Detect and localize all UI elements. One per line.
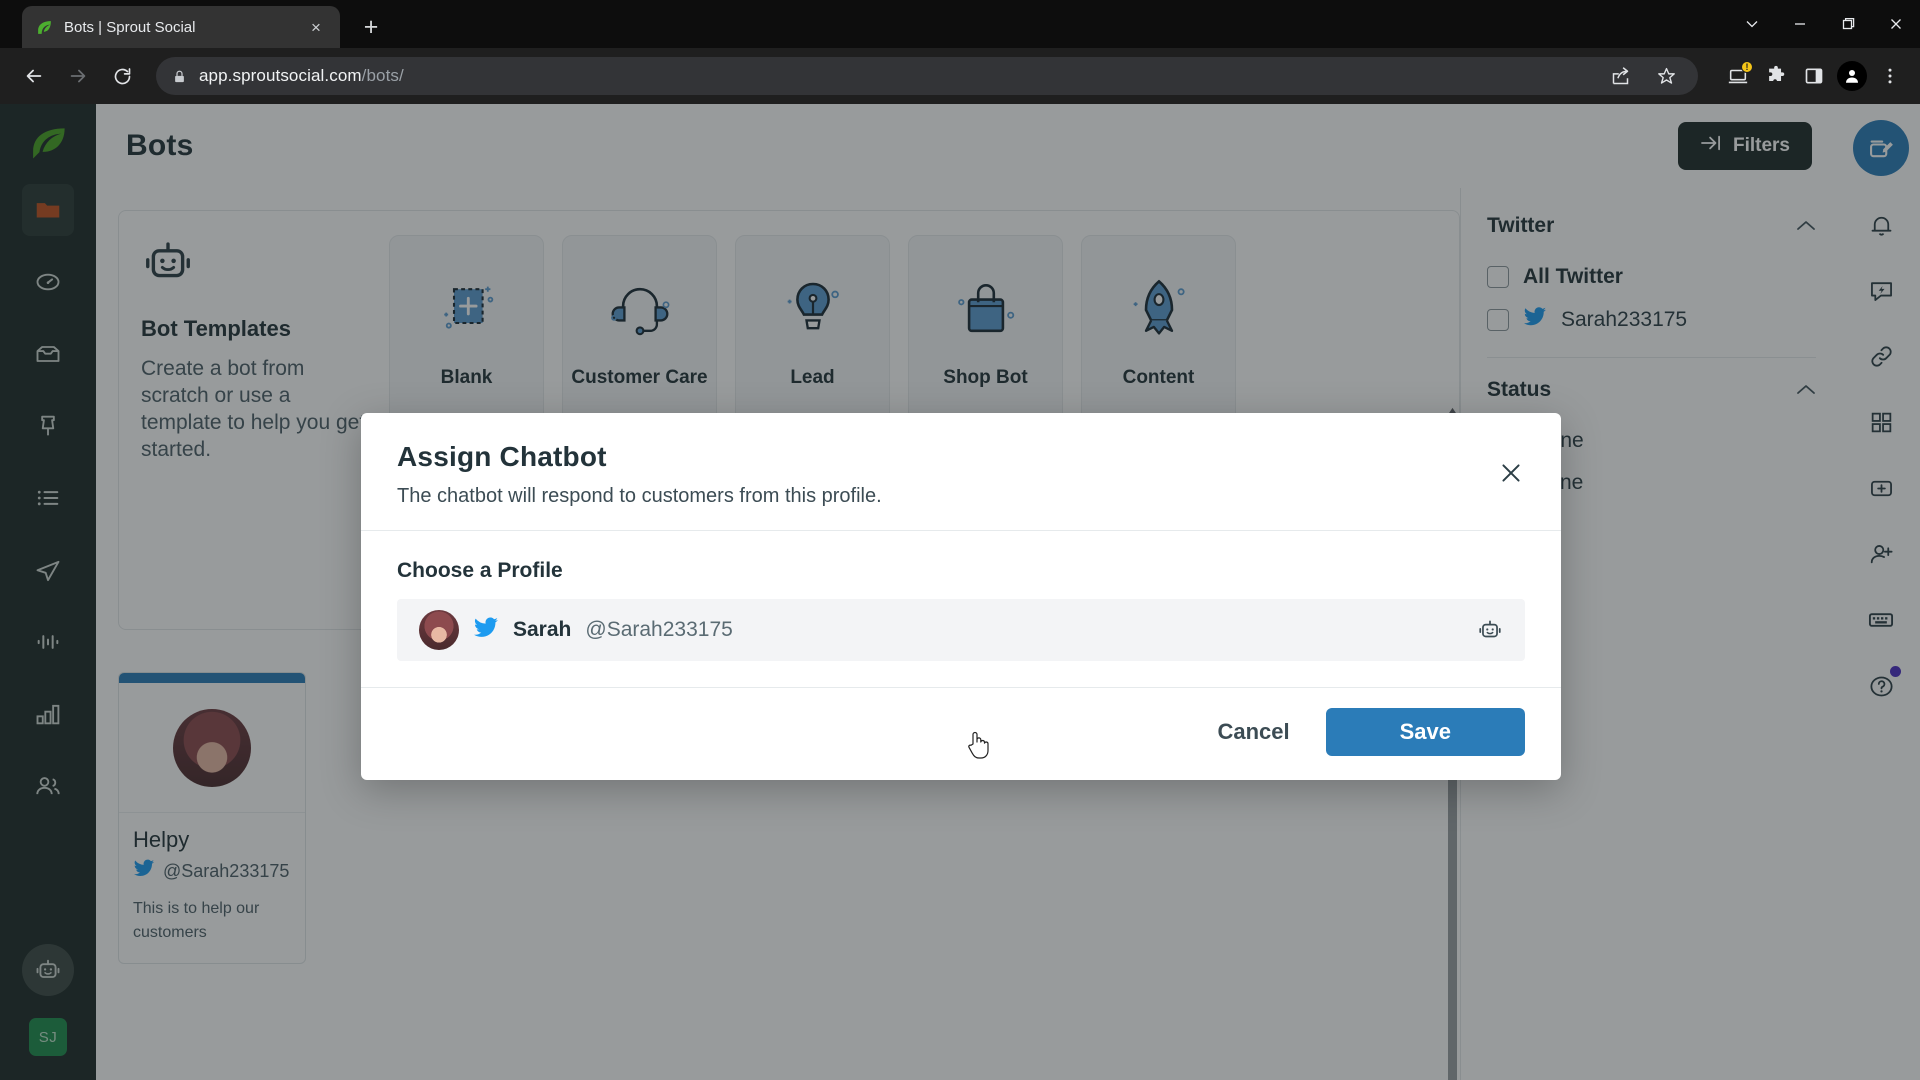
new-tab-button[interactable]: +	[354, 10, 388, 44]
profile-avatar-icon[interactable]	[1836, 60, 1868, 92]
modal-subtitle: The chatbot will respond to customers fr…	[397, 485, 882, 507]
url-text: app.sproutsocial.com/bots/	[199, 66, 404, 86]
side-panel-icon[interactable]	[1798, 60, 1830, 92]
back-arrow-icon[interactable]	[14, 56, 54, 96]
browser-toolbar: app.sproutsocial.com/bots/ !	[0, 48, 1920, 104]
assign-chatbot-modal: Assign Chatbot The chatbot will respond …	[361, 413, 1561, 780]
cancel-button[interactable]: Cancel	[1211, 711, 1295, 753]
browser-titlebar: Bots | Sprout Social × +	[0, 0, 1920, 48]
profile-handle: @Sarah233175	[585, 618, 733, 641]
toolbar-icons: !	[1712, 60, 1906, 92]
profile-option-row[interactable]: Sarah @Sarah233175	[397, 599, 1525, 661]
chevron-down-icon[interactable]	[1728, 0, 1776, 48]
url-path: /bots/	[361, 66, 404, 85]
modal-title: Assign Chatbot	[397, 441, 607, 472]
browser-menu-icon[interactable]	[1874, 60, 1906, 92]
forward-arrow-icon	[58, 56, 98, 96]
minimize-icon[interactable]	[1776, 0, 1824, 48]
save-button[interactable]: Save	[1325, 708, 1525, 756]
share-icon[interactable]	[1604, 60, 1636, 92]
lock-icon	[172, 69, 187, 84]
address-bar[interactable]: app.sproutsocial.com/bots/	[156, 57, 1698, 95]
device-alert-icon[interactable]: !	[1722, 60, 1754, 92]
extensions-puzzle-icon[interactable]	[1760, 60, 1792, 92]
modal-footer: Cancel Save	[361, 687, 1561, 780]
mouse-cursor	[966, 728, 992, 765]
tab-title: Bots | Sprout Social	[64, 18, 196, 36]
profile-name: Sarah	[513, 618, 572, 641]
reload-icon[interactable]	[102, 56, 142, 96]
avatar	[419, 610, 459, 650]
modal-header: Assign Chatbot The chatbot will respond …	[361, 413, 1561, 530]
close-icon[interactable]	[1872, 0, 1920, 48]
window-controls	[1728, 0, 1920, 48]
url-domain: app.sproutsocial.com	[199, 66, 362, 85]
twitter-icon	[473, 616, 499, 644]
alert-badge: !	[1741, 61, 1753, 73]
sprout-leaf-icon	[34, 17, 54, 37]
browser-tab[interactable]: Bots | Sprout Social ×	[22, 6, 340, 48]
close-icon[interactable]	[1491, 453, 1531, 493]
page-viewport: SJ Bots Filters Bot Templates Create a b…	[0, 104, 1920, 1080]
choose-profile-label: Choose a Profile	[397, 559, 563, 582]
close-icon[interactable]: ×	[304, 15, 328, 39]
browser-window: Bots | Sprout Social × + app.sproutsocia…	[0, 0, 1920, 1080]
modal-body: Choose a Profile Sarah @Sarah233175	[361, 530, 1561, 687]
maximize-icon[interactable]	[1824, 0, 1872, 48]
bot-icon	[1477, 617, 1503, 643]
bookmark-star-icon[interactable]	[1650, 60, 1682, 92]
